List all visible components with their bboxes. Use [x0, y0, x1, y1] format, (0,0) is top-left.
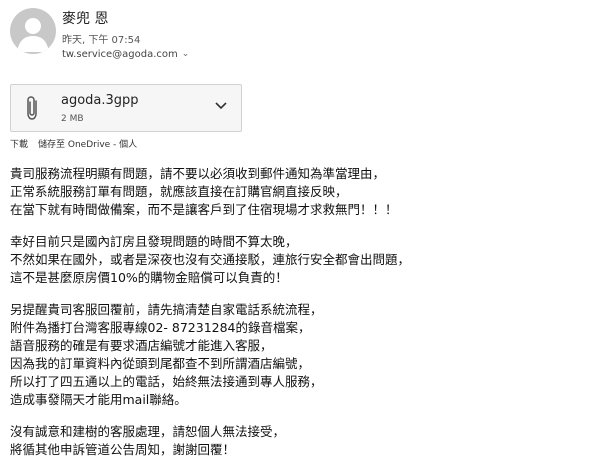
body-line: 附件為播打台灣客服專線02- 87231284的錄音檔案，: [10, 320, 311, 335]
attachment-file-size: 2 MB: [61, 114, 84, 124]
attachment-actions: 下載 儲存至 OneDrive - 個人: [10, 137, 137, 150]
attachment-card[interactable]: agoda.3gpp 2 MB: [10, 84, 242, 132]
save-onedrive-link[interactable]: 儲存至 OneDrive - 個人: [38, 137, 137, 150]
body-line: 貴司服務流程明顯有問題，請不要以必須收到郵件通知為準當理由，: [10, 166, 386, 181]
person-icon: [17, 18, 49, 52]
body-line: 因為我的訂單資料內從頭到尾都查不到所謂酒店編號，: [10, 356, 311, 371]
body-line: 幸好目前只是國內訂房且發現問題的時間不算太晚，: [10, 234, 298, 249]
body-line: 另提醒貴司客服回覆前，請先搞清楚自家電話系統流程，: [10, 302, 323, 317]
body-line: 語音服務的確是有要求酒店編號才能進入客服，: [10, 338, 273, 353]
chevron-down-icon[interactable]: [213, 97, 229, 113]
body-line: 正常系統服務訂單有問題，就應該直接在訂購官網直接反映，: [10, 184, 348, 199]
paperclip-icon: [27, 96, 37, 120]
chevron-down-icon[interactable]: ⌄: [182, 50, 190, 59]
body-paragraph: 貴司服務流程明顯有問題，請不要以必須收到郵件通知為準當理由， 正常系統服務訂單有…: [10, 165, 590, 219]
sent-date: 昨天, 下午 07:54: [62, 35, 141, 46]
body-line: 不然如果在國外，或者是深夜也沒有交通接駁，連旅行安全都會出問題，: [10, 252, 411, 267]
recipient-field[interactable]: tw.service@agoda.com ⌄: [62, 49, 189, 60]
sender-name[interactable]: 麥兜 恩: [62, 8, 108, 28]
body-line: 將循其他申訴管道公告周知，謝謝回覆！: [10, 442, 236, 457]
recipient-email[interactable]: tw.service@agoda.com: [62, 49, 178, 60]
email-body: 貴司服務流程明顯有問題，請不要以必須收到郵件通知為準當理由， 正常系統服務訂單有…: [10, 165, 590, 473]
body-paragraph: 另提醒貴司客服回覆前，請先搞清楚自家電話系統流程， 附件為播打台灣客服專線02-…: [10, 301, 590, 409]
sender-avatar[interactable]: [10, 8, 56, 54]
body-paragraph: 幸好目前只是國內訂房且發現問題的時間不算太晚， 不然如果在國外，或者是深夜也沒有…: [10, 233, 590, 287]
body-line: 所以打了四五通以上的電話，始終無法接通到專人服務，: [10, 374, 323, 389]
body-line: 這不是甚麼原房價10%的購物金賠償可以負責的！: [10, 270, 288, 285]
attachment-file-name[interactable]: agoda.3gpp: [61, 93, 139, 108]
email-header: 麥兜 恩 昨天, 下午 07:54 tw.service@agoda.com ⌄: [0, 0, 600, 70]
download-link[interactable]: 下載: [10, 137, 28, 150]
body-paragraph: 沒有誠意和建樹的客服處理，請恕個人無法接受， 將循其他申訴管道公告周知，謝謝回覆…: [10, 423, 590, 459]
body-line: 造成事發隔天才能用mail聯絡。: [10, 392, 187, 407]
body-line: 在當下就有時間做備案，而不是讓客戶到了住宿現場才求救無門！！！: [10, 202, 398, 217]
body-line: 沒有誠意和建樹的客服處理，請恕個人無法接受，: [10, 424, 286, 439]
